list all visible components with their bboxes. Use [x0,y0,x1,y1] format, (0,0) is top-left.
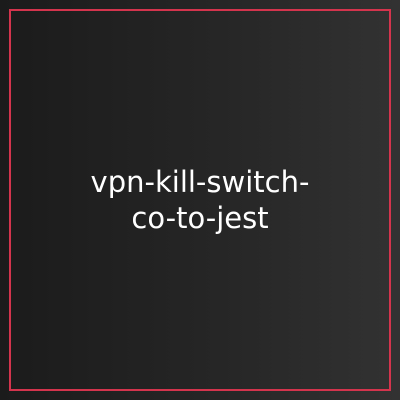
card-title-line-2: co-to-jest [131,201,269,235]
thumbnail-card: vpn-kill-switch- co-to-jest [0,0,400,400]
card-title-line-1: vpn-kill-switch- [90,165,310,199]
card-title: vpn-kill-switch- co-to-jest [20,164,380,236]
